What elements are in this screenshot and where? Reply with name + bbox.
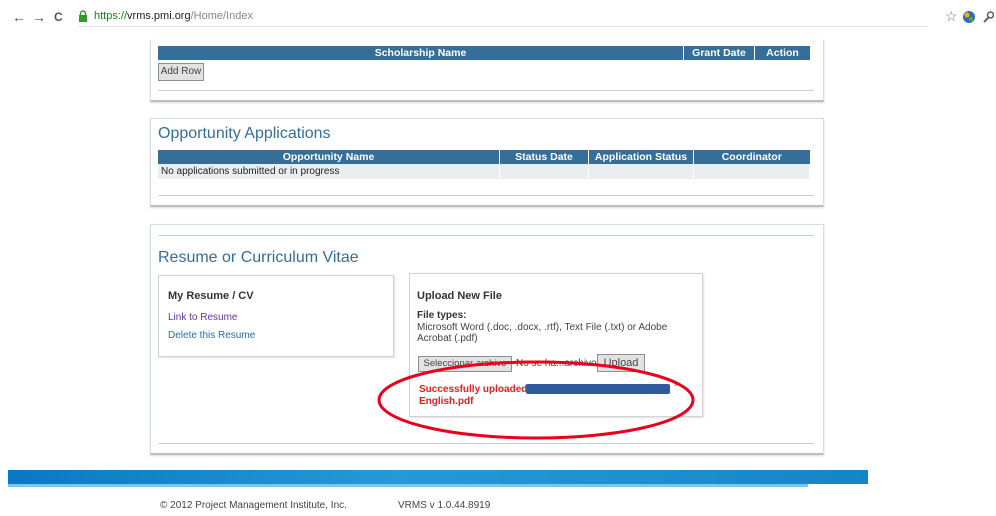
opportunity-applications-card: Opportunity Applications Opportunity Nam…	[150, 118, 824, 207]
annotation-ellipse	[377, 360, 695, 440]
table-cell	[693, 164, 810, 179]
scholarship-table: Scholarship Name Grant Date Action	[158, 46, 810, 60]
reload-icon[interactable]: C	[54, 10, 63, 24]
lock-icon	[79, 10, 87, 22]
delete-resume-link[interactable]: Delete this Resume	[168, 330, 255, 341]
browser-toolbar: ← → C https://vrms.pmi.org/Home/Index ☆	[0, 0, 996, 34]
footer-version: VRMS v 1.0.44.8919	[398, 500, 491, 511]
table-row: No applications submitted or in progress	[158, 164, 810, 179]
panel-heading: Upload New File	[417, 290, 502, 302]
link-to-resume[interactable]: Link to Resume	[168, 312, 237, 323]
footer-band	[8, 470, 868, 484]
extension-icon[interactable]	[962, 10, 976, 24]
divider	[158, 195, 814, 196]
add-row-button[interactable]: Add Row	[158, 63, 204, 81]
wrench-icon[interactable]	[982, 10, 994, 24]
panel-heading: My Resume / CV	[168, 290, 254, 302]
file-types-text: Microsoft Word (.doc, .docx, .rtf), Text…	[417, 322, 668, 344]
section-title: Opportunity Applications	[158, 125, 331, 142]
column-header: Opportunity Name	[158, 150, 500, 164]
file-types-label: File types:	[417, 310, 467, 321]
section-title: Resume or Curriculum Vitae	[158, 249, 359, 266]
scholarship-card: Scholarship Name Grant Date Action Add R…	[150, 40, 824, 102]
column-header: Grant Date	[683, 46, 755, 60]
back-icon[interactable]: ←	[12, 9, 26, 25]
column-header: Coordinator	[693, 150, 810, 164]
opportunities-table: Opportunity Name Status Date Application…	[158, 150, 810, 179]
address-bar[interactable]: https://vrms.pmi.org/Home/Index	[78, 8, 928, 27]
column-header: Action	[754, 46, 810, 60]
forward-icon[interactable]: →	[32, 9, 46, 25]
table-cell	[499, 164, 589, 179]
star-icon[interactable]: ☆	[945, 8, 958, 25]
divider	[158, 443, 814, 444]
footer-band-accent	[8, 484, 808, 487]
table-cell: No applications submitted or in progress	[158, 164, 500, 179]
divider	[158, 235, 814, 236]
divider	[158, 90, 814, 91]
url-text: https://vrms.pmi.org/Home/Index	[94, 10, 253, 22]
footer-copyright: © 2012 Project Management Institute, Inc…	[160, 500, 347, 511]
my-resume-panel: My Resume / CV Link to Resume Delete thi…	[158, 275, 394, 357]
column-header: Scholarship Name	[158, 46, 684, 60]
column-header: Application Status	[588, 150, 694, 164]
table-cell	[588, 164, 694, 179]
column-header: Status Date	[499, 150, 589, 164]
